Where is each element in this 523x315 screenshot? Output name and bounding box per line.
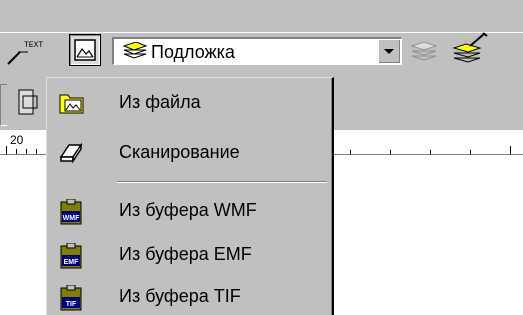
layers-icon xyxy=(122,42,148,59)
ruler-tick xyxy=(390,150,391,154)
menu-item-label: Из буфера EMF xyxy=(119,244,252,264)
menu-item-label: Из файла xyxy=(119,92,201,112)
clipboard-badge: TIF xyxy=(66,301,77,308)
layers-disabled-icon[interactable] xyxy=(410,40,438,62)
ruler-tick xyxy=(470,150,471,154)
layer-select-dropdown-button[interactable] xyxy=(378,39,400,63)
clipboard-badge: WMF xyxy=(63,215,80,222)
chevron-down-icon xyxy=(384,49,394,54)
folder-image-icon xyxy=(59,94,84,114)
clipboard-wmf-icon: WMF xyxy=(60,199,82,225)
ruler-tick xyxy=(350,150,351,154)
ruler-tick xyxy=(36,149,37,154)
toolbar-separator xyxy=(0,84,7,126)
menu-item-from-file[interactable]: Из файла xyxy=(51,84,329,120)
menu-item-label: Из буфера WMF xyxy=(119,200,257,220)
menu-item-scan[interactable]: Сканирование xyxy=(51,134,329,170)
ruler-tick xyxy=(510,146,511,154)
window-top-area xyxy=(0,0,523,32)
menu-item-clipboard-tif[interactable]: TIF Из буфера TIF xyxy=(51,278,329,314)
menu-item-label: Из буфера TIF xyxy=(119,286,241,306)
clipboard-tif-icon: TIF xyxy=(60,285,82,311)
menu-item-label: Сканирование xyxy=(119,142,240,162)
ruler-label: 20 xyxy=(10,133,24,147)
background-image-button[interactable] xyxy=(69,34,101,66)
menu-item-clipboard-emf[interactable]: EMF Из буфера EMF xyxy=(51,236,329,272)
text-tool-button[interactable]: TEXT xyxy=(6,41,44,66)
menu-separator xyxy=(117,181,327,183)
clipboard-emf-icon: EMF xyxy=(60,243,82,269)
text-tool-label: TEXT xyxy=(24,41,44,50)
layers-edit-icon[interactable] xyxy=(452,32,488,64)
menu-item-clipboard-wmf[interactable]: WMF Из буфера WMF xyxy=(51,192,329,228)
background-source-menu: Из файла Сканирование WMF Из буфера WMF … xyxy=(46,77,334,315)
scanner-icon xyxy=(59,142,83,164)
ruler-tick xyxy=(6,146,7,154)
layer-select[interactable]: Подложка xyxy=(112,37,402,65)
layer-select-value: Подложка xyxy=(151,42,235,62)
clipboard-badge: EMF xyxy=(64,259,80,266)
page-icon[interactable] xyxy=(18,88,40,118)
ruler-tick xyxy=(430,150,431,154)
picture-icon xyxy=(74,39,96,61)
ruler-tick xyxy=(26,149,27,154)
ruler-tick xyxy=(16,149,17,154)
